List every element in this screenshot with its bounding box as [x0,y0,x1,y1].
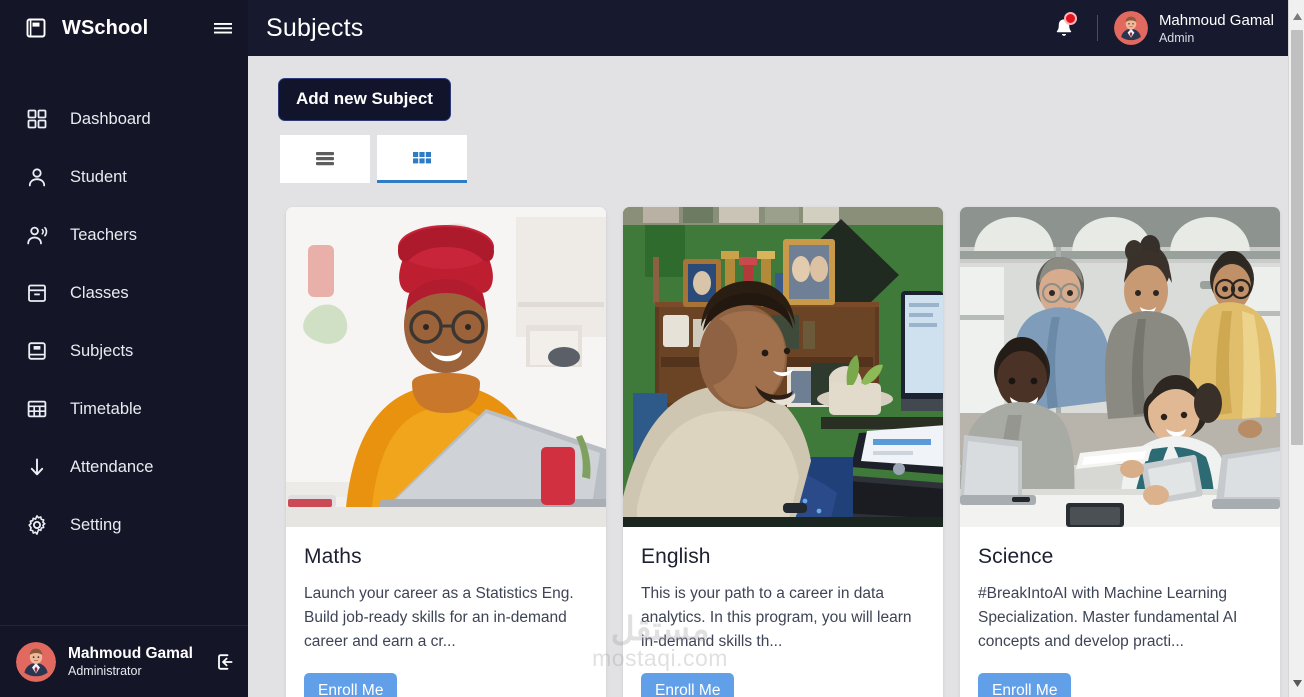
page-scrollbar[interactable] [1288,0,1304,697]
subject-card[interactable]: Maths Launch your career as a Statistics… [286,207,606,697]
sidebar-user-name: Mahmoud Gamal [68,645,193,662]
card-image [286,207,606,527]
card-body: Science #BreakIntoAI with Machine Learni… [960,527,1280,697]
sidebar-item-teachers[interactable]: Teachers [0,206,248,264]
topbar: Subjects Mahmoud Gamal Admin [248,0,1288,56]
card-title: Maths [304,545,362,568]
add-new-subject-button[interactable]: Add new Subject [278,78,451,121]
scroll-down-arrow-icon[interactable] [1289,675,1304,691]
person-icon [28,168,46,187]
app-root: WSchool Dashboard Student Teachers Class… [0,0,1304,697]
sidebar-item-setting[interactable]: Setting [0,496,248,554]
scrollbar-thumb[interactable] [1291,30,1303,445]
brand-name: WSchool [62,16,149,39]
divider [1096,15,1098,41]
tab-grid-view[interactable] [377,135,467,183]
sidebar-item-dashboard[interactable]: Dashboard [0,90,248,148]
status-badge [1063,12,1077,25]
view-toggle-tabs [280,135,1288,183]
gear-icon [28,515,46,535]
card-title: English [641,545,711,568]
card-description: Launch your career as a Statistics Eng. … [304,585,574,650]
sidebar-item-label: Student [70,167,127,186]
avatar [16,641,56,682]
scroll-up-arrow-icon[interactable] [1289,8,1304,24]
card-body: Maths Launch your career as a Statistics… [286,527,606,697]
card-description: This is your path to a career in data an… [641,585,912,650]
enroll-button[interactable]: Enroll Me [641,673,735,697]
grid-dashboard-icon [27,109,47,129]
book-icon [26,18,46,38]
brand-header: WSchool [0,0,248,56]
main-content: Add new Subject Maths Launch your career… [248,56,1288,697]
card-title: Science [978,545,1054,568]
subject-card[interactable]: English This is your path to a career in… [623,207,943,697]
sidebar-item-label: Subjects [70,341,134,360]
card-description: #BreakIntoAI with Machine Learning Speci… [978,585,1238,650]
avatar [1113,11,1148,45]
sidebar: WSchool Dashboard Student Teachers Class… [0,0,248,697]
sidebar-item-timetable[interactable]: Timetable [0,380,248,438]
archive-box-icon [28,284,46,302]
hamburger-menu-icon[interactable] [212,17,234,39]
sidebar-item-label: Classes [70,283,129,302]
topbar-user-role: Admin [1158,30,1195,45]
table-grid-icon [27,400,47,418]
tab-list-view[interactable] [280,135,370,183]
subject-card[interactable]: Science #BreakIntoAI with Machine Learni… [960,207,1280,697]
list-view-icon [316,151,334,165]
sidebar-item-subjects[interactable]: Subjects [0,322,248,380]
person-speaking-icon [27,226,48,245]
sidebar-nav: Dashboard Student Teachers Classes Subje… [0,90,248,625]
logout-icon[interactable] [214,651,236,673]
sidebar-item-label: Teachers [70,225,137,244]
sidebar-item-classes[interactable]: Classes [0,264,248,322]
page-title: Subjects [266,13,364,42]
book-icon [28,342,46,360]
enroll-button[interactable]: Enroll Me [978,673,1072,697]
sidebar-item-student[interactable]: Student [0,148,248,206]
card-image [623,207,943,527]
sidebar-item-label: Setting [70,515,122,534]
topbar-user-profile[interactable]: Mahmoud Gamal Admin [1113,11,1274,46]
sidebar-user-role: Administrator [68,664,142,678]
topbar-user-name: Mahmoud Gamal [1158,11,1274,29]
topbar-right: Mahmoud Gamal Admin [1047,0,1274,56]
sidebar-item-attendance[interactable]: Attendance [0,438,248,496]
sidebar-user-text: Mahmoud Gamal Administrator [68,644,202,679]
topbar-user-text: Mahmoud Gamal Admin [1159,11,1274,46]
card-image [960,207,1280,527]
grid-view-icon [413,151,431,163]
sidebar-item-label: Dashboard [70,109,151,128]
subject-cards-grid: Maths Launch your career as a Statistics… [286,207,1288,697]
sidebar-item-label: Attendance [70,457,154,476]
card-body: English This is your path to a career in… [623,527,943,697]
enroll-button[interactable]: Enroll Me [304,673,398,697]
sidebar-user-profile[interactable]: Mahmoud Gamal Administrator [0,625,248,697]
arrow-down-icon [30,458,44,476]
notification-button[interactable] [1047,11,1081,45]
sidebar-item-label: Timetable [70,399,142,418]
